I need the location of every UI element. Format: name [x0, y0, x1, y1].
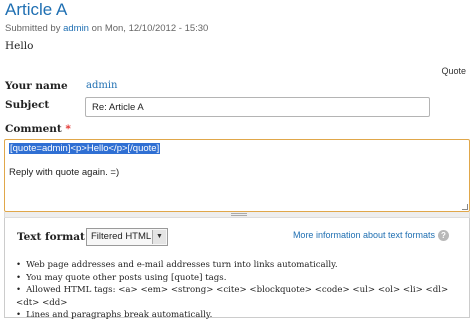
- your-name-value[interactable]: admin: [86, 80, 117, 91]
- format-tip: You may quote other posts using [quote] …: [16, 272, 469, 285]
- comment-label: Comment: [5, 123, 62, 135]
- your-name-label: Your name: [5, 80, 68, 92]
- resize-handle-icon[interactable]: [462, 204, 468, 210]
- text-format-select[interactable]: Filtered HTML ▼: [86, 228, 168, 246]
- help-icon[interactable]: ?: [438, 230, 449, 241]
- submitted-prefix: Submitted by: [5, 23, 61, 34]
- format-tips-list: Web page addresses and e-mail addresses …: [16, 259, 469, 322]
- subject-input[interactable]: [85, 97, 430, 117]
- required-marker: *: [65, 123, 71, 135]
- text-format-label: Text format: [17, 231, 85, 243]
- comment-label-row: Comment *: [5, 123, 71, 135]
- comment-selected-text: [quote=admin]<p>Hello</p>[/quote]: [9, 143, 161, 154]
- article-body: Hello: [5, 40, 34, 52]
- text-format-fieldset: Text format Filtered HTML ▼ More informa…: [4, 218, 470, 320]
- submitted-line: Submitted by admin on Mon, 12/10/2012 - …: [5, 23, 208, 34]
- author-link[interactable]: admin: [63, 23, 89, 34]
- comment-text-line: Reply with quote again. =): [9, 167, 120, 178]
- comment-textarea[interactable]: [quote=admin]<p>Hello</p>[/quote] Reply …: [4, 139, 470, 212]
- quote-link[interactable]: Quote: [441, 66, 466, 76]
- more-info-link[interactable]: More information about text formats: [293, 230, 435, 240]
- format-tip: Web page addresses and e-mail addresses …: [16, 259, 469, 272]
- subject-label: Subject: [5, 99, 50, 111]
- article-title[interactable]: Article A: [5, 0, 67, 20]
- format-tip: Lines and paragraphs break automatically…: [16, 309, 469, 322]
- format-tip: Allowed HTML tags: <a> <em> <strong> <ci…: [16, 284, 469, 309]
- submitted-date: on Mon, 12/10/2012 - 15:30: [91, 23, 209, 34]
- grippie-mark: [231, 213, 247, 216]
- text-format-selected: Filtered HTML: [91, 231, 152, 242]
- chevron-down-icon[interactable]: ▼: [152, 230, 166, 244]
